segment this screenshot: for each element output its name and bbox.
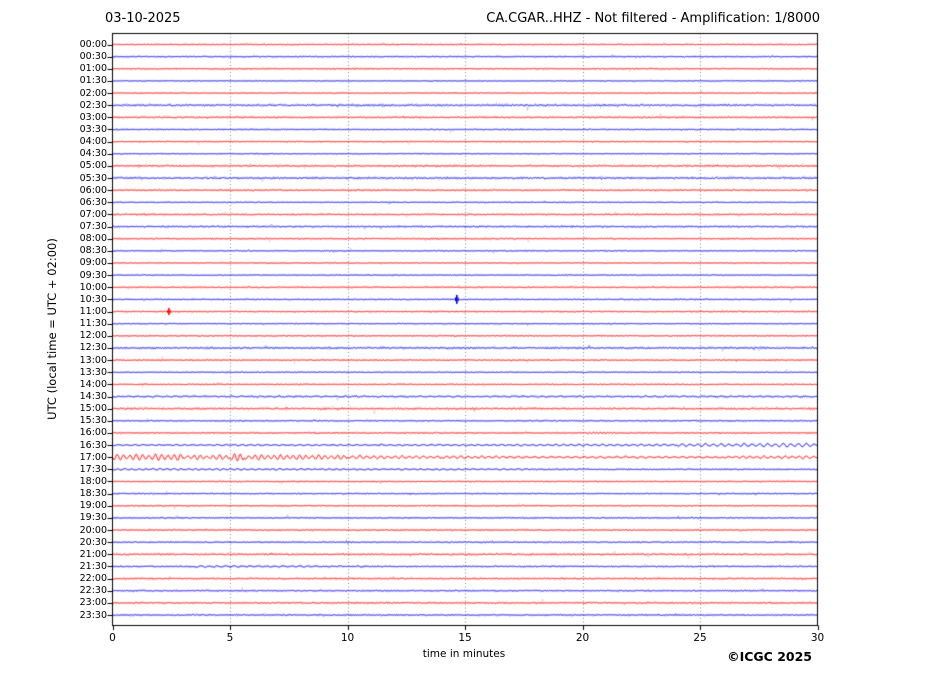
y-tick-label: 21:00 <box>0 549 107 560</box>
x-tick-label: 30 <box>798 632 838 644</box>
y-tick-label: 02:30 <box>0 100 107 111</box>
y-tick-label: 12:00 <box>0 330 107 341</box>
y-tick-label: 03:00 <box>0 112 107 123</box>
y-tick-label: 10:30 <box>0 294 107 305</box>
y-tick-label: 01:30 <box>0 75 107 86</box>
y-tick-label: 17:30 <box>0 464 107 475</box>
y-tick-label: 04:00 <box>0 136 107 147</box>
y-tick-label: 05:00 <box>0 160 107 171</box>
y-tick-label: 14:00 <box>0 379 107 390</box>
y-tick-label: 22:00 <box>0 573 107 584</box>
y-tick-label: 13:00 <box>0 355 107 366</box>
x-tick-label: 0 <box>93 632 133 644</box>
x-tick-label: 20 <box>563 632 603 644</box>
y-tick-label: 19:30 <box>0 512 107 523</box>
y-tick-label: 18:00 <box>0 476 107 487</box>
x-tick-label: 10 <box>328 632 368 644</box>
y-tick-label: 11:30 <box>0 318 107 329</box>
y-tick-label: 09:30 <box>0 270 107 281</box>
y-tick-label: 06:30 <box>0 197 107 208</box>
date-title: 03-10-2025 <box>105 11 181 26</box>
x-tick-label: 25 <box>680 632 720 644</box>
y-tick-label: 04:30 <box>0 148 107 159</box>
y-tick-label: 16:00 <box>0 427 107 438</box>
y-tick-label: 10:00 <box>0 282 107 293</box>
y-tick-label: 06:00 <box>0 185 107 196</box>
y-tick-label: 12:30 <box>0 342 107 353</box>
helicorder-plot-canvas <box>0 0 927 696</box>
x-tick-label: 15 <box>445 632 485 644</box>
y-tick-label: 20:30 <box>0 537 107 548</box>
y-tick-label: 23:30 <box>0 610 107 621</box>
station-title: CA.CGAR..HHZ - Not filtered - Amplificat… <box>486 11 820 26</box>
y-tick-label: 23:00 <box>0 597 107 608</box>
y-tick-label: 00:30 <box>0 51 107 62</box>
y-tick-label: 02:00 <box>0 88 107 99</box>
y-tick-label: 15:00 <box>0 403 107 414</box>
y-tick-label: 13:30 <box>0 367 107 378</box>
y-tick-label: 19:00 <box>0 500 107 511</box>
y-tick-label: 21:30 <box>0 561 107 572</box>
y-tick-label: 22:30 <box>0 585 107 596</box>
y-tick-label: 01:00 <box>0 63 107 74</box>
y-tick-label: 16:30 <box>0 440 107 451</box>
y-tick-label: 08:00 <box>0 233 107 244</box>
y-tick-label: 09:00 <box>0 257 107 268</box>
copyright-text: ©ICGC 2025 <box>727 649 812 664</box>
x-tick-label: 5 <box>210 632 250 644</box>
y-tick-label: 07:30 <box>0 221 107 232</box>
y-tick-label: 05:30 <box>0 173 107 184</box>
y-tick-label: 07:00 <box>0 209 107 220</box>
y-tick-label: 18:30 <box>0 488 107 499</box>
y-tick-label: 11:00 <box>0 306 107 317</box>
y-tick-label: 00:00 <box>0 39 107 50</box>
y-tick-label: 20:00 <box>0 525 107 536</box>
y-tick-label: 08:30 <box>0 245 107 256</box>
y-tick-label: 15:30 <box>0 415 107 426</box>
y-tick-label: 03:30 <box>0 124 107 135</box>
y-tick-label: 14:30 <box>0 391 107 402</box>
y-tick-label: 17:00 <box>0 452 107 463</box>
x-axis-label: time in minutes <box>423 648 505 660</box>
helicorder-figure: 03-10-2025 CA.CGAR..HHZ - Not filtered -… <box>0 0 927 696</box>
